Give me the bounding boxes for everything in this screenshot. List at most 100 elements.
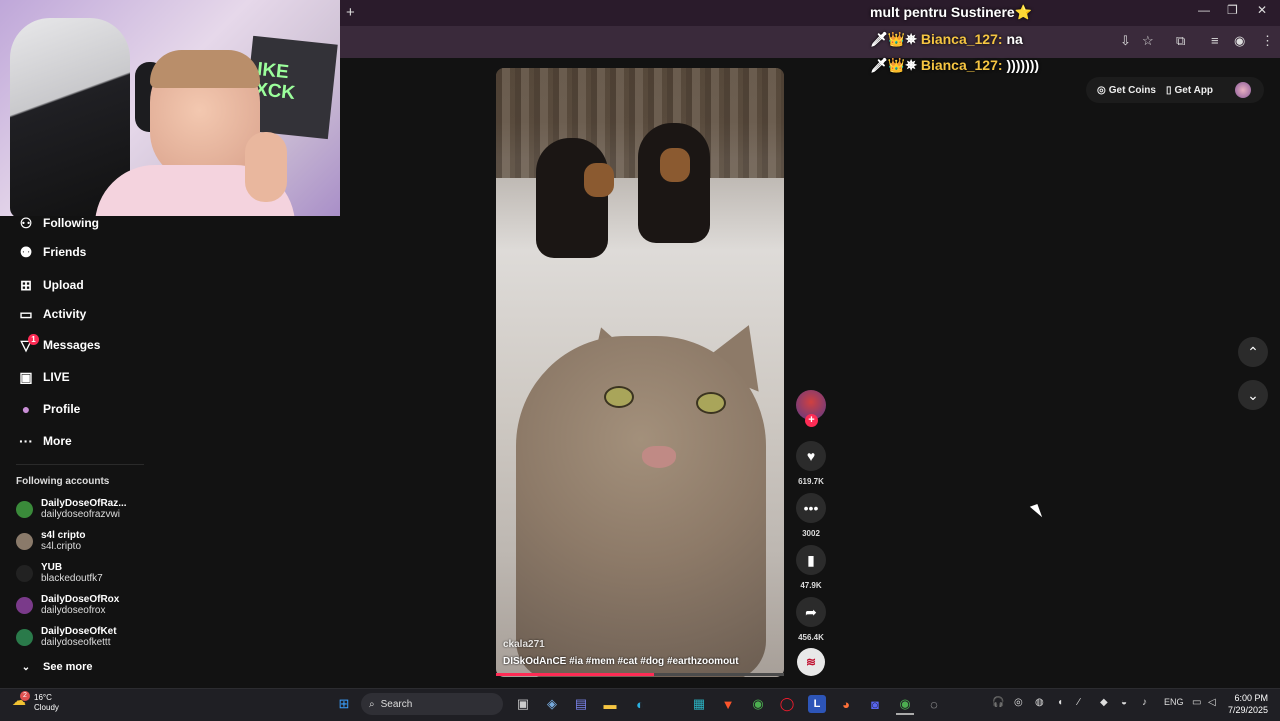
brave-icon[interactable]: ▼ (719, 695, 737, 713)
tray-icon[interactable]: ∕ (1078, 697, 1080, 708)
teams-icon[interactable]: ▤ (572, 695, 590, 713)
next-video-button[interactable]: ⌄ (1238, 380, 1268, 410)
chat-text: mult pentru Sustinere⭐ (870, 4, 1033, 20)
obs-icon[interactable]: ◌ (925, 695, 943, 713)
file-explorer-icon[interactable]: ▬ (601, 695, 619, 713)
video-caption[interactable]: DISkOdAnCE #ia #mem #cat #dog #earthzoom… (503, 656, 739, 667)
phone-icon: ▯ (1166, 84, 1172, 96)
windows-icon[interactable]: ⊞ (335, 695, 353, 713)
following-account[interactable]: DailyDoseOfRaz... dailydoseofrazvwi (16, 494, 127, 524)
chat-line: mult pentru Sustinere⭐ (870, 4, 1032, 21)
discord-icon[interactable]: ◙ (866, 695, 884, 713)
following-account[interactable]: DailyDoseOfKet dailydoseofkettt (16, 622, 117, 652)
save-button[interactable]: ▮ (796, 545, 826, 575)
share-button[interactable]: ➦ (796, 597, 826, 627)
minimize-button[interactable]: — (1198, 3, 1210, 17)
chat-username: Bianca_127: (920, 57, 1003, 73)
nav-profile[interactable]: ● Profile (16, 397, 81, 421)
music-disc-icon[interactable]: ≋ (797, 648, 825, 676)
video-username[interactable]: ckala271 (503, 639, 545, 650)
avatar (16, 564, 33, 582)
menu-icon[interactable]: ⋮ (1261, 33, 1274, 49)
get-coins-button[interactable]: ◎ Get Coins (1097, 82, 1156, 98)
copilot-icon[interactable]: ◈ (543, 695, 561, 713)
browser-tab-strip (340, 0, 1280, 26)
weather-widget[interactable]: 16°C Cloudy (34, 693, 59, 713)
sidebar-divider (16, 464, 144, 465)
microphone-icon[interactable]: ♪ (1142, 697, 1147, 708)
chat-badges-icon: 🗡👑✵ (870, 31, 917, 47)
close-button[interactable]: ✕ (1257, 3, 1267, 17)
comment-count: 3002 (802, 529, 820, 538)
nav-friends[interactable]: ⚉ Friends (16, 240, 87, 264)
maximize-button[interactable]: ❐ (1227, 3, 1238, 17)
avatar (16, 500, 33, 518)
get-app-button[interactable]: ▯ Get App (1166, 82, 1213, 98)
see-more-button[interactable]: ⌄ See more (16, 655, 93, 679)
get-coins-label: Get Coins (1108, 84, 1156, 96)
chrome-icon[interactable]: ◉ (749, 695, 767, 713)
store-icon[interactable]: ▦ (690, 695, 708, 713)
like-button[interactable]: ♥ (796, 441, 826, 471)
volume-icon[interactable]: ◁ (1208, 697, 1216, 708)
chat-username: Bianca_127: (920, 31, 1003, 47)
webcam-overlay: IKE XCK (0, 0, 340, 216)
task-view-icon[interactable]: ▣ (514, 695, 532, 713)
chat-line: 🗡👑✵ Bianca_127: na (870, 31, 1023, 48)
edge-icon[interactable]: ◐ (631, 695, 649, 713)
tray-icon[interactable]: ◍ (1035, 697, 1044, 708)
nav-activity[interactable]: ▭ Activity (16, 302, 86, 326)
video-cat-nose (642, 446, 676, 468)
video-player[interactable] (496, 68, 784, 677)
messages-badge: 1 (28, 334, 39, 345)
install-icon[interactable]: ⇩ (1120, 33, 1131, 49)
chrome-active-icon[interactable]: ◉ (896, 695, 914, 715)
nav-label: Upload (43, 278, 84, 292)
like-count: 619.7K (798, 477, 824, 486)
account-handle: dailydoseofrazvwi (41, 509, 120, 520)
get-app-label: Get App (1174, 84, 1214, 96)
nav-label: Friends (43, 245, 87, 259)
following-account[interactable]: DailyDoseOfRox dailydoseofrox (16, 590, 119, 620)
taskbar-clock[interactable]: 6:00 PM 7/29/2025 (1222, 692, 1268, 716)
search-label: Search (380, 698, 413, 710)
browser-profile-icon[interactable]: ◉ (1234, 33, 1245, 49)
account-name: YUB (41, 562, 63, 573)
app-l-icon[interactable]: L (808, 695, 826, 713)
following-account[interactable]: s4l cripto s4l.cripto (16, 526, 85, 556)
nav-following[interactable]: ⚇ Following (16, 211, 99, 235)
nav-live[interactable]: ▣ LIVE (16, 365, 69, 389)
headset-tray-icon[interactable]: 🎧 (992, 697, 1004, 708)
new-tab-button[interactable]: + (346, 4, 355, 21)
tray-icon[interactable]: ◎ (1014, 697, 1023, 708)
display-icon[interactable]: ▭ (1192, 697, 1201, 708)
extensions-icon[interactable]: ⧉ (1176, 33, 1185, 49)
taskbar-search[interactable]: ⌕ Search (361, 693, 503, 715)
star-icon[interactable]: ☆ (1142, 33, 1154, 49)
firefox-icon[interactable]: ◕ (837, 695, 855, 713)
follow-button[interactable]: + (805, 414, 818, 427)
clock-time: 6:00 PM (1234, 693, 1268, 703)
media-icon[interactable]: ≡ (1211, 33, 1219, 48)
language-indicator[interactable]: ENG (1164, 697, 1184, 707)
avatar (16, 532, 33, 550)
steam-icon[interactable]: ◒ (1121, 697, 1127, 708)
opera-icon[interactable]: ◯ (778, 695, 796, 713)
browser-toolbar (340, 26, 1280, 58)
account-name: DailyDoseOfRaz... (41, 498, 127, 509)
tray-icon[interactable]: ◖ (1057, 697, 1063, 708)
following-account[interactable]: YUB blackedoutfk7 (16, 558, 103, 588)
weather-temp: 16°C (34, 693, 52, 702)
weather-badge: 2 (20, 691, 30, 701)
user-avatar[interactable] (1235, 82, 1251, 98)
following-icon: ⚇ (19, 214, 33, 231)
account-name: DailyDoseOfKet (41, 626, 117, 637)
nav-more[interactable]: ··· More (16, 429, 72, 453)
nav-upload[interactable]: ⊞ Upload (16, 273, 84, 297)
tray-icon[interactable]: ◆ (1100, 697, 1108, 708)
mouse-cursor (1029, 504, 1043, 520)
nav-label: More (43, 434, 72, 448)
video-dog-face (660, 148, 690, 182)
comment-button[interactable]: ••• (796, 493, 826, 523)
previous-video-button[interactable]: ⌃ (1238, 337, 1268, 367)
